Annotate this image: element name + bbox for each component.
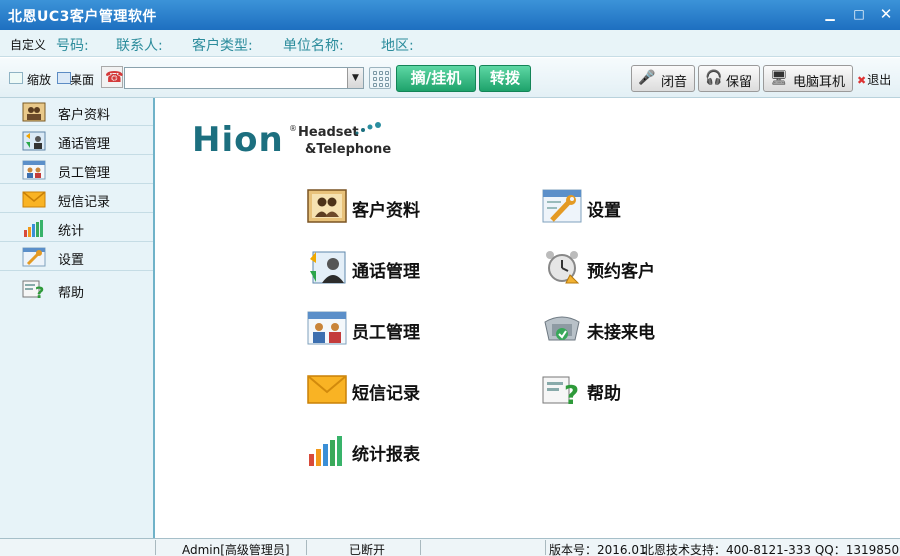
settings-icon <box>22 247 46 267</box>
logo-brand: Hion <box>192 120 284 160</box>
sidebar-item-statistics[interactable]: 统计 <box>0 214 153 242</box>
hion-logo: Hion ® Headset &Telephone <box>192 120 392 160</box>
status-divider <box>545 540 546 555</box>
transfer-button[interactable]: 转拨 <box>479 65 531 92</box>
call-management-icon <box>310 251 346 284</box>
statistics-icon <box>24 220 43 237</box>
desktop-label[interactable]: 桌面 <box>70 71 94 88</box>
sidebar-item-sms[interactable]: 短信记录 <box>0 185 153 213</box>
mute-button[interactable]: 🎤 闭音 <box>631 65 695 92</box>
main-panel: Hion ® Headset &Telephone 客户资料 通话管理 员工管理… <box>157 98 900 538</box>
customer-info-icon <box>307 189 347 223</box>
staff-management-icon <box>22 160 46 180</box>
sidebar-item-customers[interactable]: 客户资料 <box>0 98 153 126</box>
hold-button[interactable]: 🎧 保留 <box>698 65 760 92</box>
sms-record-icon <box>307 375 347 404</box>
status-support: 北恩技术支持：400-8121-333 QQ：1319850974 <box>642 543 900 556</box>
svg-text:?: ? <box>564 381 579 407</box>
sidebar-item-staff[interactable]: 员工管理 <box>0 156 153 184</box>
sidebar: 客户资料 通话管理 员工管理 短信记录 统计 设置 ? 帮助 <box>0 98 155 538</box>
pickup-hangup-button[interactable]: 摘/挂机 <box>396 65 476 92</box>
alarm-clock-icon <box>546 251 580 284</box>
svg-text:?: ? <box>35 283 44 300</box>
dialpad-icon[interactable] <box>369 67 391 89</box>
window-title: 北恩UC3客户管理软件 <box>8 9 157 25</box>
call-management-icon <box>22 131 46 151</box>
zoom-label[interactable]: 缩放 <box>27 71 51 88</box>
missed-call-phone-icon <box>544 316 580 341</box>
custom-link[interactable]: 自定义 <box>10 36 46 53</box>
field-label-customer-type: 客户类型: <box>192 38 253 54</box>
minimize-button[interactable]: ▁ <box>822 6 838 22</box>
statistics-icon <box>309 436 342 466</box>
logo-line2: &Telephone <box>305 142 392 157</box>
staff-management-icon <box>307 311 347 345</box>
headphones-icon: 🎧 <box>705 70 723 86</box>
zoom-checkbox[interactable] <box>9 72 23 84</box>
exit-button[interactable]: ✖退出 <box>857 71 891 88</box>
maximize-button[interactable]: □ <box>851 6 867 22</box>
sidebar-item-help[interactable]: ? 帮助 <box>0 272 153 305</box>
status-divider <box>306 540 307 555</box>
status-version: 版本号：2016.01 <box>549 543 647 556</box>
field-label-region: 地区: <box>381 38 414 54</box>
help-icon: ? <box>542 376 579 407</box>
phone-icon[interactable] <box>101 66 124 88</box>
logo-line1: Headset <box>298 125 359 140</box>
customer-fields-row: 自定义 号码: 联系人: 客户类型: 单位名称: 地区: <box>0 30 900 57</box>
desktop-icon[interactable] <box>57 72 71 84</box>
status-divider <box>155 540 156 555</box>
sms-record-icon <box>22 191 46 208</box>
microphone-icon: 🎤 <box>638 70 656 86</box>
field-label-number: 号码: <box>56 38 89 54</box>
sidebar-item-settings[interactable]: 设置 <box>0 243 153 271</box>
chevron-down-icon[interactable]: ▼ <box>347 68 363 88</box>
computer-icon: 🖥 <box>770 70 788 86</box>
customer-info-icon <box>22 102 46 122</box>
close-button[interactable]: ✕ <box>878 6 894 22</box>
field-label-company: 单位名称: <box>283 38 344 54</box>
status-bar: Admin[高级管理员] 已断开 版本号：2016.01 北恩技术支持：400-… <box>0 538 900 556</box>
logo-dots-icon <box>355 122 381 135</box>
toolbar: 缩放 桌面 ▼ 摘/挂机 转拨 🎤 闭音 🎧 保留 🖥 电脑耳机 ✖退出 <box>0 58 900 98</box>
exit-icon: ✖ <box>857 74 867 87</box>
field-label-contact: 联系人: <box>116 38 163 54</box>
phone-number-input[interactable] <box>124 67 364 89</box>
pc-headset-button[interactable]: 🖥 电脑耳机 <box>763 65 853 92</box>
status-divider <box>420 540 421 555</box>
sidebar-item-calls[interactable]: 通话管理 <box>0 127 153 155</box>
help-icon: ? <box>22 280 44 300</box>
status-connection: 已断开 <box>349 543 386 556</box>
title-bar: 北恩UC3客户管理软件 ▁ □ ✕ <box>0 0 900 30</box>
settings-icon <box>542 189 582 223</box>
status-user: Admin[高级管理员] <box>182 543 290 556</box>
